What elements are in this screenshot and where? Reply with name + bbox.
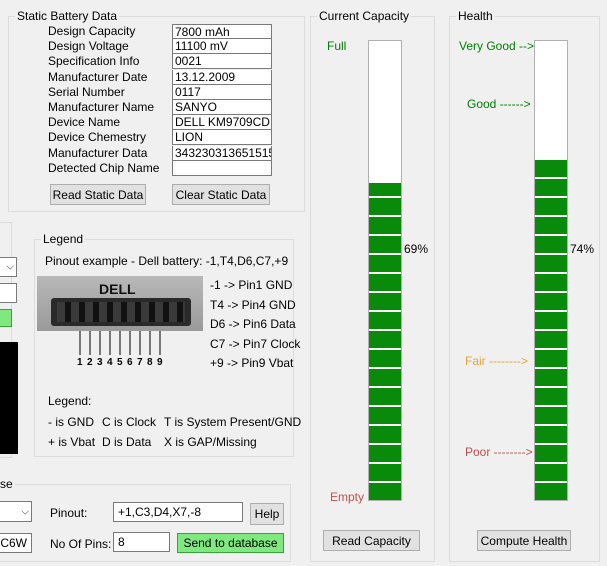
dell-logo-text: DELL [99, 281, 136, 297]
clear-static-data-button[interactable]: Clear Static Data [172, 184, 270, 205]
legend-key: - is GND [48, 415, 94, 429]
pin-legs-graphic [79, 331, 161, 355]
field-label: Detected Chip Name [48, 161, 160, 175]
capacity-full-label: Full [327, 39, 347, 53]
pinout-example-text: Pinout example - Dell battery: -1,T4,D6,… [45, 254, 289, 268]
legend-key: D is Data [102, 435, 152, 449]
pin-number: 6 [127, 357, 133, 368]
database-combo[interactable]: ⌵ [0, 501, 32, 522]
field-label: Device Chemestry [48, 130, 147, 144]
field-value[interactable]: 13.12.2009 [172, 70, 272, 85]
left-black-display [0, 342, 18, 454]
pin-number: 8 [147, 357, 153, 368]
pin-number: 7 [137, 357, 143, 368]
left-combo[interactable]: ⌵ [0, 257, 17, 277]
field-label: Serial Number [48, 85, 125, 99]
database-left-field[interactable]: C6W [0, 533, 32, 553]
legend-label: Legend: [48, 394, 92, 408]
field-label: Manufacturer Data [48, 146, 148, 160]
pin-number: 9 [157, 357, 163, 368]
health-percent: 74% [570, 242, 595, 256]
health-level-label: Good ------> [467, 97, 531, 111]
field-value[interactable]: DELL KM9709CD [172, 115, 272, 130]
field-label: Manufacturer Name [48, 100, 155, 114]
pin-number: 4 [107, 357, 113, 368]
chevron-down-icon: ⌵ [6, 261, 14, 273]
static-battery-title: Static Battery Data [15, 9, 120, 23]
connector-socket [51, 298, 191, 326]
health-bar [534, 40, 568, 501]
pinout-label: Pinout: [50, 506, 88, 520]
pin-map-item: T4 -> Pin4 GND [210, 297, 296, 312]
pin-map-item: D6 -> Pin6 Data [210, 317, 296, 331]
field-value[interactable]: 343230313651515 [172, 146, 272, 161]
no-of-pins-label: No Of Pins: [50, 537, 112, 551]
health-level-label: Fair --------> [465, 354, 528, 368]
capacity-bar [368, 40, 402, 501]
field-label: Manufacturer Date [48, 70, 148, 84]
send-to-database-button[interactable]: Send to database [177, 533, 284, 553]
left-input[interactable] [0, 283, 17, 303]
health-bar-fill [535, 160, 567, 500]
pin-map-item: C7 -> Pin7 Clock [210, 336, 301, 351]
pin-map-item: -1 -> Pin1 GND [210, 278, 293, 292]
field-value[interactable]: LION [172, 130, 272, 145]
legend-key: X is GAP/Missing [164, 435, 257, 449]
read-static-data-button[interactable]: Read Static Data [50, 184, 146, 205]
health-level-label: Very Good --> [459, 39, 535, 53]
field-label: Device Name [48, 115, 121, 129]
help-button[interactable]: Help [250, 503, 284, 525]
health-level-label: Poor --------> [465, 445, 533, 459]
health-title: Health [456, 9, 495, 23]
field-value[interactable]: 11100 mV [172, 39, 272, 54]
legend-key: T is System Present/GND [164, 415, 302, 429]
legend-key: C is Clock [102, 415, 157, 429]
read-capacity-button[interactable]: Read Capacity [323, 530, 420, 551]
field-value[interactable]: SANYO [172, 100, 272, 115]
field-label: Specification Info [48, 54, 140, 68]
pin-number: 5 [117, 357, 123, 368]
database-title: se [0, 477, 15, 491]
pin-number: 2 [87, 357, 93, 368]
pin-map-item: +9 -> Pin9 Vbat [210, 356, 294, 370]
field-value[interactable] [172, 161, 272, 176]
capacity-bar-fill [369, 183, 401, 500]
chevron-down-icon: ⌵ [21, 506, 29, 517]
pinout-input[interactable]: +1,C3,D4,X7,-8 [113, 502, 243, 522]
field-value[interactable]: 0021 [172, 54, 272, 69]
current-capacity-title: Current Capacity [317, 9, 412, 23]
capacity-percent: 69% [404, 242, 429, 256]
field-label: Design Capacity [48, 24, 136, 38]
legend-title: Legend [41, 232, 86, 246]
field-value[interactable]: 0117 [172, 85, 272, 100]
compute-health-button[interactable]: Compute Health [477, 530, 571, 551]
field-label: Design Voltage [48, 39, 129, 53]
field-value[interactable]: 7800 mAh [172, 24, 272, 39]
no-of-pins-input[interactable]: 8 [113, 532, 170, 552]
capacity-empty-label: Empty [330, 490, 365, 504]
dell-connector-image: DELL [37, 276, 203, 331]
pin-number: 3 [97, 357, 103, 368]
left-green-indicator [0, 309, 12, 327]
pin-number: 1 [77, 357, 83, 368]
legend-key: + is Vbat [48, 435, 96, 449]
